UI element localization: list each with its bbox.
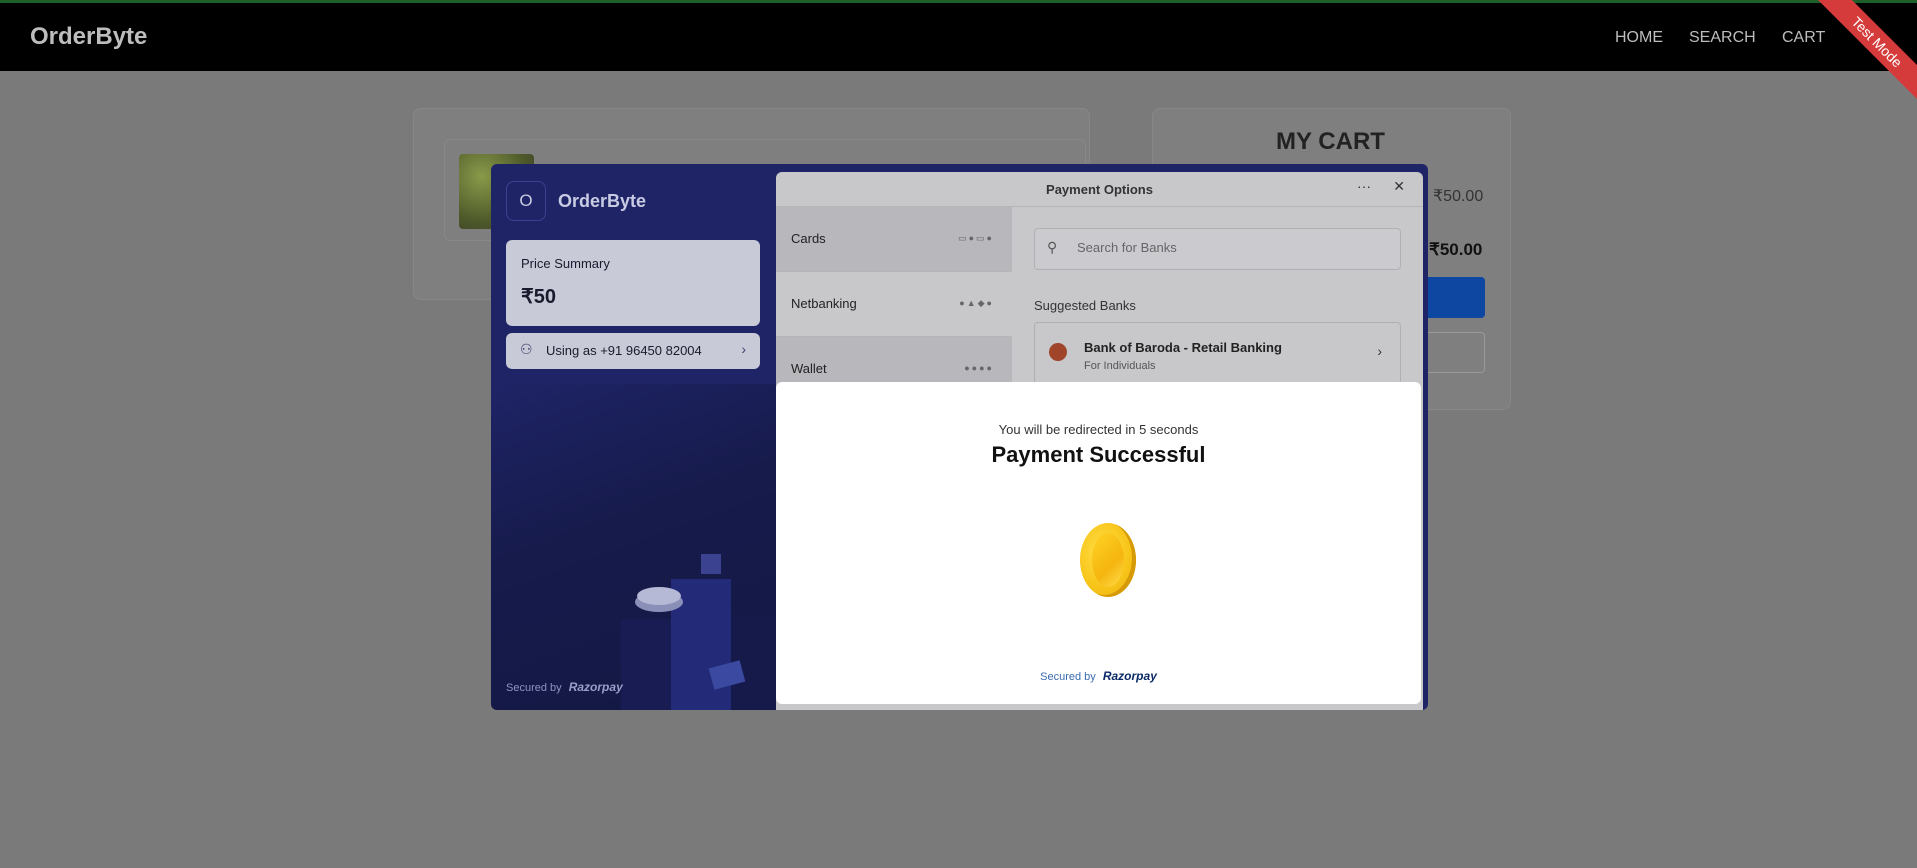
nav-home-link[interactable]: HOME xyxy=(1615,29,1663,47)
price-summary-label: Price Summary xyxy=(521,256,610,271)
site-logo[interactable]: OrderByte xyxy=(30,23,147,51)
method-netbanking[interactable]: Netbanking ●▲◆● xyxy=(776,272,1012,337)
coin-icon xyxy=(1080,523,1136,597)
suggested-banks-label: Suggested Banks xyxy=(1034,298,1136,313)
success-title: Payment Successful xyxy=(991,442,1206,467)
contact-details-text: Using as +91 96450 82004 xyxy=(546,343,702,358)
merchant-logo: O xyxy=(506,181,546,221)
contact-details-button[interactable]: ⚇ Using as +91 96450 82004 › xyxy=(506,333,760,369)
more-options-icon[interactable]: ··· xyxy=(1357,178,1371,194)
cart-subtotal: ₹50.00 xyxy=(1433,188,1484,205)
panel-title: Payment Options xyxy=(1046,182,1153,197)
bank-logo-icon xyxy=(1049,343,1067,361)
user-icon: ⚇ xyxy=(520,341,533,357)
price-summary-value: ₹50 xyxy=(521,286,556,308)
secured-by-footer: Secured by Razorpay xyxy=(776,669,1421,683)
price-summary: Price Summary ₹50 xyxy=(506,240,760,326)
top-navbar: OrderByte HOME SEARCH CART ✎ xyxy=(0,0,1917,71)
card-network-icons: ▭●▭● xyxy=(958,233,994,243)
bank-name: Bank of Baroda - Retail Banking xyxy=(1084,340,1282,355)
bank-logo-icons: ●▲◆● xyxy=(959,298,994,308)
redirect-message: You will be redirected in 5 seconds xyxy=(998,422,1199,437)
chevron-right-icon: › xyxy=(1377,343,1382,359)
method-label: Wallet xyxy=(791,361,827,376)
method-cards[interactable]: Cards ▭●▭● xyxy=(776,207,1012,272)
wallet-logo-icons: ●●●● xyxy=(964,363,994,373)
profile-icon[interactable]: ✎ xyxy=(1854,21,1867,41)
bank-search-input[interactable] xyxy=(1075,239,1379,256)
cart-title: MY CART xyxy=(1276,128,1385,155)
bank-option[interactable]: Bank of Baroda - Retail Banking For Indi… xyxy=(1034,322,1401,384)
checkout-button[interactable] xyxy=(1420,277,1485,318)
payment-success-dialog: You will be redirected in 5 seconds Paym… xyxy=(776,382,1421,704)
secured-by-text: Secured by xyxy=(1040,671,1096,683)
panel-header: Payment Options ··· ✕ xyxy=(776,172,1423,207)
coin-face xyxy=(1092,533,1124,587)
secured-by-text: Secured by xyxy=(506,682,562,694)
secondary-cart-button[interactable] xyxy=(1420,332,1485,373)
bank-subtitle: For Individuals xyxy=(1084,360,1156,372)
method-label: Netbanking xyxy=(791,296,857,311)
buildings-illustration xyxy=(621,554,781,710)
bank-search-box: ⚲ xyxy=(1034,228,1401,270)
merchant-name: OrderByte xyxy=(558,191,647,211)
close-icon[interactable]: ✕ xyxy=(1393,178,1405,195)
method-label: Cards xyxy=(791,231,826,246)
search-icon: ⚲ xyxy=(1047,239,1058,255)
secured-by-footer: Secured by Razorpay xyxy=(506,680,623,694)
chevron-right-icon: › xyxy=(741,341,746,357)
nav-search-link[interactable]: SEARCH xyxy=(1689,29,1756,47)
razorpay-logo: Razorpay xyxy=(1102,669,1157,683)
cart-total: ₹50.00 xyxy=(1429,240,1483,259)
nav-cart-link[interactable]: CART xyxy=(1782,29,1825,47)
razorpay-logo: Razorpay xyxy=(568,680,623,694)
